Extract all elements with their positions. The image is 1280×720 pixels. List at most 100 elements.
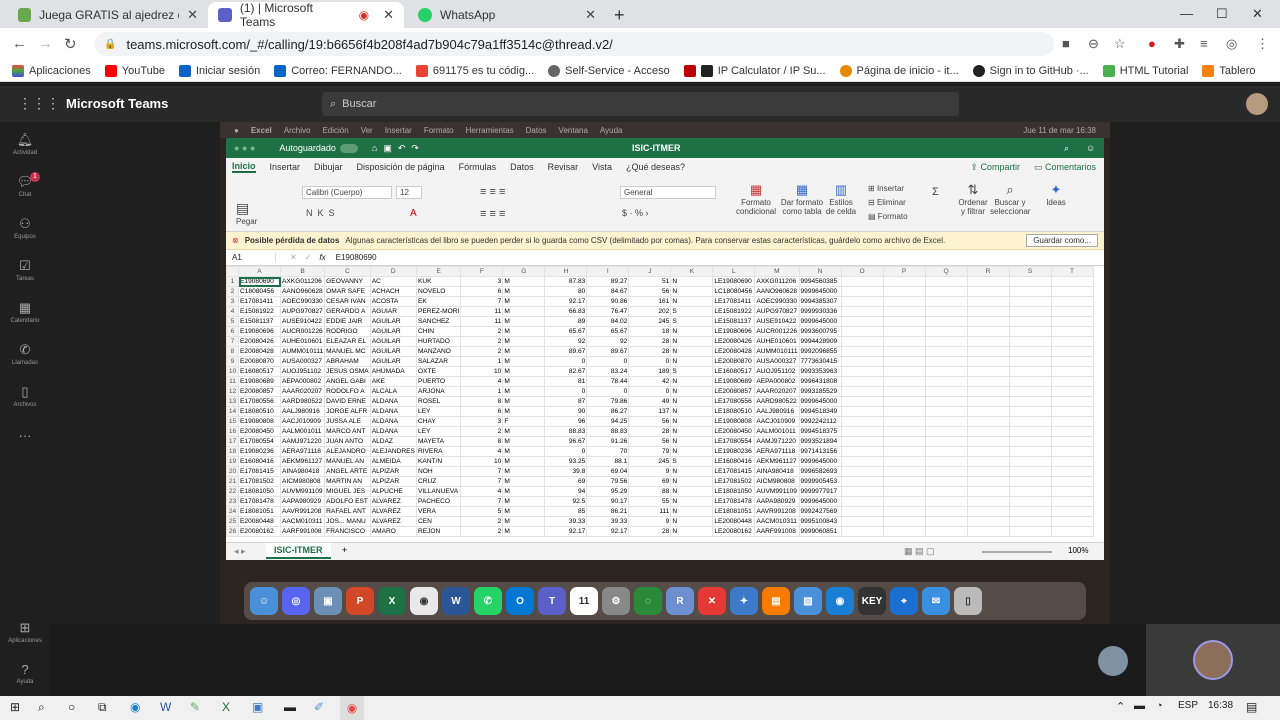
row-number[interactable]: 7 [226, 336, 239, 347]
cell[interactable] [966, 446, 1010, 457]
cell[interactable] [924, 506, 968, 517]
cell[interactable]: 56 [628, 436, 672, 447]
edge-dock-icon[interactable]: ◉ [826, 587, 854, 615]
cell[interactable]: JESUS OSMA [324, 366, 371, 377]
column-header[interactable]: B [279, 266, 326, 277]
cell[interactable]: E17080556 [238, 396, 281, 407]
reload-icon[interactable]: ↻ [64, 35, 77, 53]
self-video[interactable] [1146, 624, 1280, 696]
bookmark-html-tutorial[interactable]: HTML Tutorial [1102, 64, 1188, 77]
cell[interactable]: 78.44 [586, 376, 630, 387]
cell[interactable]: 5 [460, 506, 504, 517]
cell[interactable]: 39.33 [544, 516, 588, 527]
cell[interactable]: N [670, 276, 714, 287]
formula-input[interactable]: E19080690 [336, 253, 377, 262]
cell[interactable]: AUHE010601 [754, 336, 800, 347]
row-number[interactable]: 15 [226, 416, 239, 427]
cell[interactable]: N [670, 496, 714, 507]
cell[interactable] [882, 476, 926, 487]
profile-icon[interactable]: ◎ [1226, 36, 1237, 52]
cell[interactable]: JUSSA ALE [324, 416, 371, 427]
cell[interactable]: AARF991008 [754, 526, 800, 537]
edge-icon[interactable]: ◉ [130, 700, 140, 714]
cell[interactable]: 202 [628, 306, 672, 317]
cell[interactable]: JUAN ANTO [324, 436, 371, 447]
view-mode-icon[interactable]: ▦ ▤ ▢ [904, 546, 935, 557]
column-header[interactable]: E [415, 266, 462, 277]
select-all-corner[interactable] [226, 266, 239, 277]
cell[interactable] [1008, 516, 1052, 527]
rail-chat[interactable]: 💬︎ Chat 1 [0, 172, 50, 198]
cell[interactable] [966, 526, 1010, 537]
cell[interactable]: 9993600795 [798, 326, 842, 337]
cell[interactable]: LE19080689 [712, 376, 756, 387]
cell[interactable]: 81 [544, 376, 588, 387]
cell[interactable]: 89.67 [544, 346, 588, 357]
cell[interactable]: 9996431808 [798, 376, 842, 387]
cell[interactable] [1008, 496, 1052, 507]
whatsapp-dock-icon[interactable]: ✆ [474, 587, 502, 615]
cell[interactable]: AERA971118 [279, 446, 326, 457]
cell[interactable]: OMAR SAFE [324, 286, 371, 297]
cell[interactable]: LE19080690 [712, 276, 756, 287]
cell[interactable]: N [670, 426, 714, 437]
cell[interactable] [1008, 306, 1052, 317]
cell[interactable]: AUHE010601 [279, 336, 326, 347]
settings-dock-icon[interactable]: ⚙ [602, 587, 630, 615]
cell[interactable]: ALCALA [369, 386, 417, 397]
bookmark-home-it[interactable]: Página de inicio - it... [839, 64, 959, 77]
cell[interactable]: E18080510 [238, 406, 281, 417]
cell[interactable] [882, 456, 926, 467]
cell[interactable]: JORGE ALFR [324, 406, 371, 417]
ribbon-tab[interactable]: Dibujar [314, 162, 343, 172]
cell[interactable] [924, 356, 968, 367]
cell[interactable] [1008, 346, 1052, 357]
outlook-dock-icon[interactable]: O [506, 587, 534, 615]
opera-extension-icon[interactable]: ● [1148, 36, 1156, 51]
cell[interactable] [924, 276, 968, 287]
cell[interactable] [1050, 396, 1094, 407]
cell[interactable] [1008, 276, 1052, 287]
cell[interactable]: M [502, 426, 546, 437]
cell[interactable] [882, 396, 926, 407]
cell[interactable]: M [502, 516, 546, 527]
cell[interactable]: 9994385307 [798, 296, 842, 307]
calendar-dock-icon[interactable]: 11 [570, 587, 598, 615]
cell[interactable]: 161 [628, 296, 672, 307]
maximize-icon[interactable]: ☐ [1216, 6, 1228, 22]
cell[interactable]: 95.29 [586, 486, 630, 497]
font-size-select[interactable]: 12 [396, 186, 422, 199]
cell[interactable]: 2 [460, 336, 504, 347]
cell[interactable]: 90.86 [586, 296, 630, 307]
cell[interactable] [882, 416, 926, 427]
cell[interactable] [882, 406, 926, 417]
cell[interactable] [1008, 486, 1052, 497]
cell[interactable]: 79 [628, 446, 672, 457]
name-box[interactable]: A1 [226, 253, 276, 262]
cell[interactable]: LE20080162 [712, 526, 756, 537]
tray-up-icon[interactable]: ⌃ [1116, 700, 1125, 713]
cell[interactable]: LE15081137 [712, 316, 756, 327]
cell[interactable]: AALM001011 [754, 426, 800, 437]
cell[interactable]: S [670, 366, 714, 377]
cell[interactable]: AGUILAR [369, 346, 417, 357]
cell[interactable]: AGUIAR [369, 306, 417, 317]
cell[interactable] [966, 406, 1010, 417]
cell[interactable] [966, 346, 1010, 357]
sort-filter-button[interactable]: ⇅ Ordenar y filtrar [956, 182, 990, 216]
cell[interactable] [1050, 436, 1094, 447]
cell[interactable]: 69.04 [586, 466, 630, 477]
cell[interactable]: AOEC990330 [279, 296, 326, 307]
cell[interactable]: AARF991008 [279, 526, 326, 537]
cell[interactable] [840, 286, 884, 297]
chrome-icon[interactable]: ◉ [340, 696, 364, 720]
cell[interactable] [1050, 496, 1094, 507]
cell[interactable] [882, 366, 926, 377]
cell[interactable]: AAPA980929 [279, 496, 326, 507]
cell[interactable]: 8 [460, 396, 504, 407]
redo-icon[interactable]: ↷ [411, 143, 419, 154]
cell[interactable]: MIGUEL JES [324, 486, 371, 497]
forward-icon[interactable]: → [38, 35, 53, 52]
cell[interactable]: 9999645000 [798, 286, 842, 297]
cell[interactable]: 70 [586, 446, 630, 457]
